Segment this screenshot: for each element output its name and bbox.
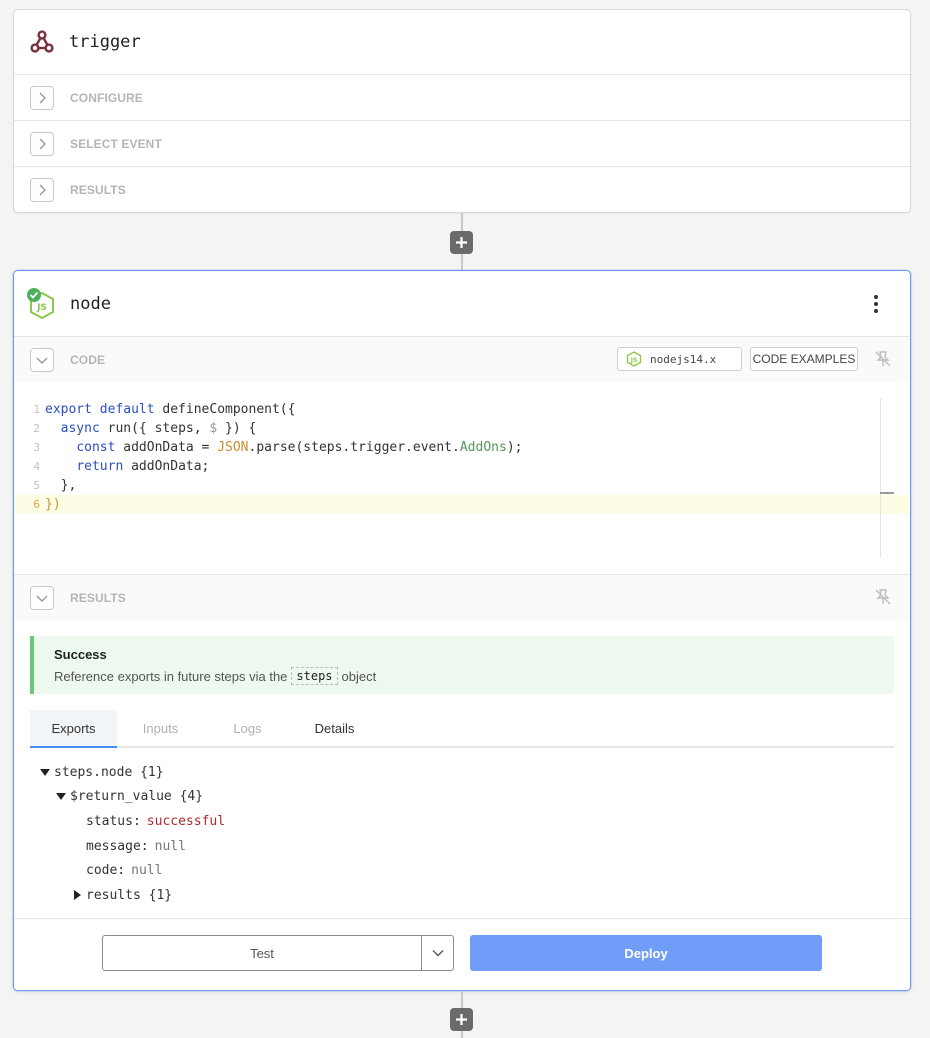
trigger-section-results[interactable]: RESULTS bbox=[14, 167, 910, 213]
tab-inputs[interactable]: Inputs bbox=[117, 710, 204, 746]
tree-label: steps.node {1} bbox=[54, 764, 164, 780]
code-line[interactable]: 5 }, bbox=[14, 476, 910, 495]
chevron-right-icon[interactable] bbox=[30, 178, 54, 202]
chevron-right-icon[interactable] bbox=[30, 85, 54, 110]
tree-key: status: bbox=[86, 813, 141, 829]
section-label: RESULTS bbox=[70, 590, 126, 605]
tree-value: null bbox=[131, 863, 163, 879]
webhook-icon bbox=[29, 29, 55, 55]
section-label: CODE bbox=[70, 352, 106, 367]
plus-icon bbox=[456, 237, 467, 248]
editor-scroll-marker bbox=[880, 492, 894, 494]
chevron-down-icon bbox=[432, 950, 443, 957]
code-line[interactable]: 3 const addOnData = JSON.parse(steps.tri… bbox=[14, 438, 910, 457]
code-line[interactable]: 4 return addOnData; bbox=[14, 457, 910, 476]
step-footer: Test Deploy bbox=[14, 918, 910, 990]
node-step-card: JS node CODE JS nodejs14.x CODE EXAMPLES bbox=[13, 270, 911, 991]
tab-exports[interactable]: Exports bbox=[30, 710, 117, 748]
chevron-down-icon[interactable] bbox=[30, 347, 54, 372]
editor-scrollbar[interactable] bbox=[880, 398, 894, 558]
results-section-header[interactable]: RESULTS bbox=[14, 575, 910, 620]
pin-off-icon[interactable] bbox=[873, 349, 893, 369]
success-title: Success bbox=[54, 647, 107, 662]
tree-leaf-message: message: null bbox=[40, 834, 910, 859]
nodejs-icon: JS bbox=[626, 351, 642, 367]
trigger-step-title: trigger bbox=[69, 32, 141, 52]
tree-key: code: bbox=[86, 863, 126, 879]
success-message-prefix: Reference exports in future steps via th… bbox=[54, 668, 288, 684]
trigger-section-select-event[interactable]: SELECT EVENT bbox=[14, 121, 910, 167]
tree-value: successful bbox=[146, 813, 226, 829]
runtime-label: nodejs14.x bbox=[650, 352, 717, 366]
add-step-button[interactable] bbox=[450, 1008, 473, 1031]
test-button[interactable]: Test bbox=[103, 936, 421, 970]
success-banner: Success Reference exports in future step… bbox=[30, 636, 894, 694]
code-examples-button[interactable]: CODE EXAMPLES bbox=[750, 347, 858, 371]
code-line-active[interactable]: 6 }) bbox=[14, 495, 910, 514]
section-label: RESULTS bbox=[70, 183, 126, 197]
node-step-title: node bbox=[70, 293, 111, 314]
trigger-step-header[interactable]: trigger bbox=[14, 10, 910, 75]
tree-key: message: bbox=[86, 838, 149, 854]
test-options-button[interactable] bbox=[421, 936, 453, 970]
tree-value: null bbox=[154, 838, 186, 854]
nodejs-icon: JS bbox=[26, 287, 56, 321]
runtime-select[interactable]: JS nodejs14.x bbox=[617, 347, 742, 371]
caret-down-icon[interactable] bbox=[56, 793, 66, 801]
tree-node-root[interactable]: steps.node {1} bbox=[40, 760, 910, 785]
code-line[interactable]: 1 export default defineComponent({ bbox=[14, 400, 910, 419]
pin-off-icon[interactable] bbox=[873, 587, 893, 607]
code-section-header[interactable]: CODE JS nodejs14.x CODE EXAMPLES bbox=[14, 337, 910, 382]
caret-right-icon[interactable] bbox=[74, 890, 81, 901]
tree-leaf-code: code: null bbox=[40, 858, 910, 883]
tree-label: results {1} bbox=[86, 887, 173, 903]
svg-text:JS: JS bbox=[36, 303, 47, 313]
steps-code-chip: steps bbox=[291, 667, 338, 685]
success-message: Reference exports in future steps via th… bbox=[54, 667, 894, 685]
chevron-down-icon[interactable] bbox=[30, 585, 54, 610]
success-message-suffix: object bbox=[341, 668, 377, 684]
test-button-group: Test bbox=[102, 935, 454, 971]
tree-label: $return_value {4} bbox=[70, 789, 204, 805]
tree-node-results[interactable]: results {1} bbox=[40, 883, 910, 908]
tree-leaf-status: status: successful bbox=[40, 809, 910, 834]
results-tabs: Exports Inputs Logs Details bbox=[30, 710, 894, 748]
code-editor[interactable]: 1 export default defineComponent({ 2 asy… bbox=[14, 382, 910, 575]
plus-icon bbox=[456, 1014, 467, 1025]
deploy-button[interactable]: Deploy bbox=[470, 935, 822, 971]
svg-text:JS: JS bbox=[630, 357, 638, 364]
more-options-icon[interactable] bbox=[866, 293, 886, 315]
section-label: CONFIGURE bbox=[70, 90, 143, 105]
tree-node-return-value[interactable]: $return_value {4} bbox=[40, 785, 910, 810]
tab-details[interactable]: Details bbox=[291, 710, 378, 746]
chevron-right-icon[interactable] bbox=[30, 131, 54, 156]
caret-down-icon[interactable] bbox=[40, 768, 50, 776]
exports-tree: steps.node {1} $return_value {4} status:… bbox=[14, 748, 910, 908]
section-label: SELECT EVENT bbox=[70, 136, 162, 151]
trigger-section-configure[interactable]: CONFIGURE bbox=[14, 75, 910, 121]
add-step-button[interactable] bbox=[450, 231, 473, 254]
code-line[interactable]: 2 async run({ steps, $ }) { bbox=[14, 419, 910, 438]
trigger-step-card: trigger CONFIGURE SELECT EVENT RESULTS bbox=[13, 9, 911, 213]
tab-logs[interactable]: Logs bbox=[204, 710, 291, 746]
node-step-header[interactable]: JS node bbox=[14, 271, 910, 337]
